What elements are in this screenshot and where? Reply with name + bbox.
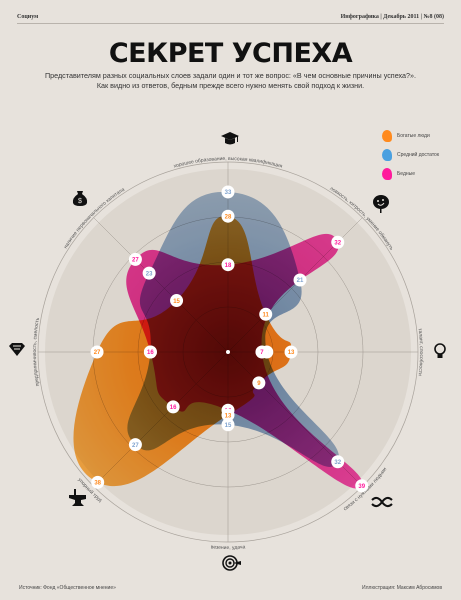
- value-label: 23: [146, 271, 153, 277]
- radar-chart: хорошее образование, высокая квалификаци…: [9, 132, 446, 571]
- legend: Богатые люди Средний достаток Бедные: [382, 126, 439, 183]
- value-label: 27: [94, 350, 101, 356]
- money-bag-icon: $: [72, 191, 88, 206]
- legend-swatch: [382, 167, 392, 180]
- center-dot: [226, 350, 230, 354]
- value-label: 32: [334, 460, 341, 466]
- legend-item-rich: Богатые люди: [382, 126, 439, 145]
- value-label: 27: [132, 258, 139, 264]
- credit-note: Иллюстрация: Максим Абросимов: [362, 585, 442, 591]
- legend-swatch: [382, 148, 392, 161]
- value-label: 39: [358, 484, 365, 490]
- value-label: 13: [288, 350, 295, 356]
- legend-label: Средний достаток: [397, 151, 440, 158]
- graduation-cap-icon: [221, 132, 239, 145]
- anvil-icon: [69, 489, 86, 506]
- value-label: 11: [263, 312, 270, 318]
- legend-label: Богатые люди: [397, 132, 430, 139]
- knot-icon: [371, 496, 393, 508]
- value-label: 33: [225, 190, 232, 196]
- value-label: 38: [94, 481, 101, 487]
- legend-item-middle: Средний достаток: [382, 145, 439, 164]
- axis-label: везение, удача: [210, 544, 245, 551]
- value-label: 16: [147, 350, 154, 356]
- light-bulb-icon: [434, 343, 446, 358]
- value-label: 21: [297, 278, 304, 284]
- value-label: 18: [225, 263, 232, 269]
- value-label: 16: [170, 405, 177, 411]
- value-label: 32: [334, 240, 341, 246]
- legend-item-poor: Бедные: [382, 164, 439, 183]
- value-label: 15: [173, 299, 180, 305]
- value-label: 15: [225, 423, 232, 429]
- source-note: Источник: Фонд «Общественное мнение»: [19, 585, 116, 591]
- value-label: 27: [132, 443, 139, 449]
- superman-icon: [9, 343, 25, 356]
- smiling-mask-icon: [373, 195, 389, 213]
- legend-label: Бедные: [397, 170, 416, 177]
- svg-text:$: $: [78, 198, 82, 205]
- value-label: 13: [225, 413, 232, 419]
- legend-swatch: [382, 129, 392, 142]
- value-label: 28: [225, 214, 232, 220]
- target-icon: [222, 555, 241, 571]
